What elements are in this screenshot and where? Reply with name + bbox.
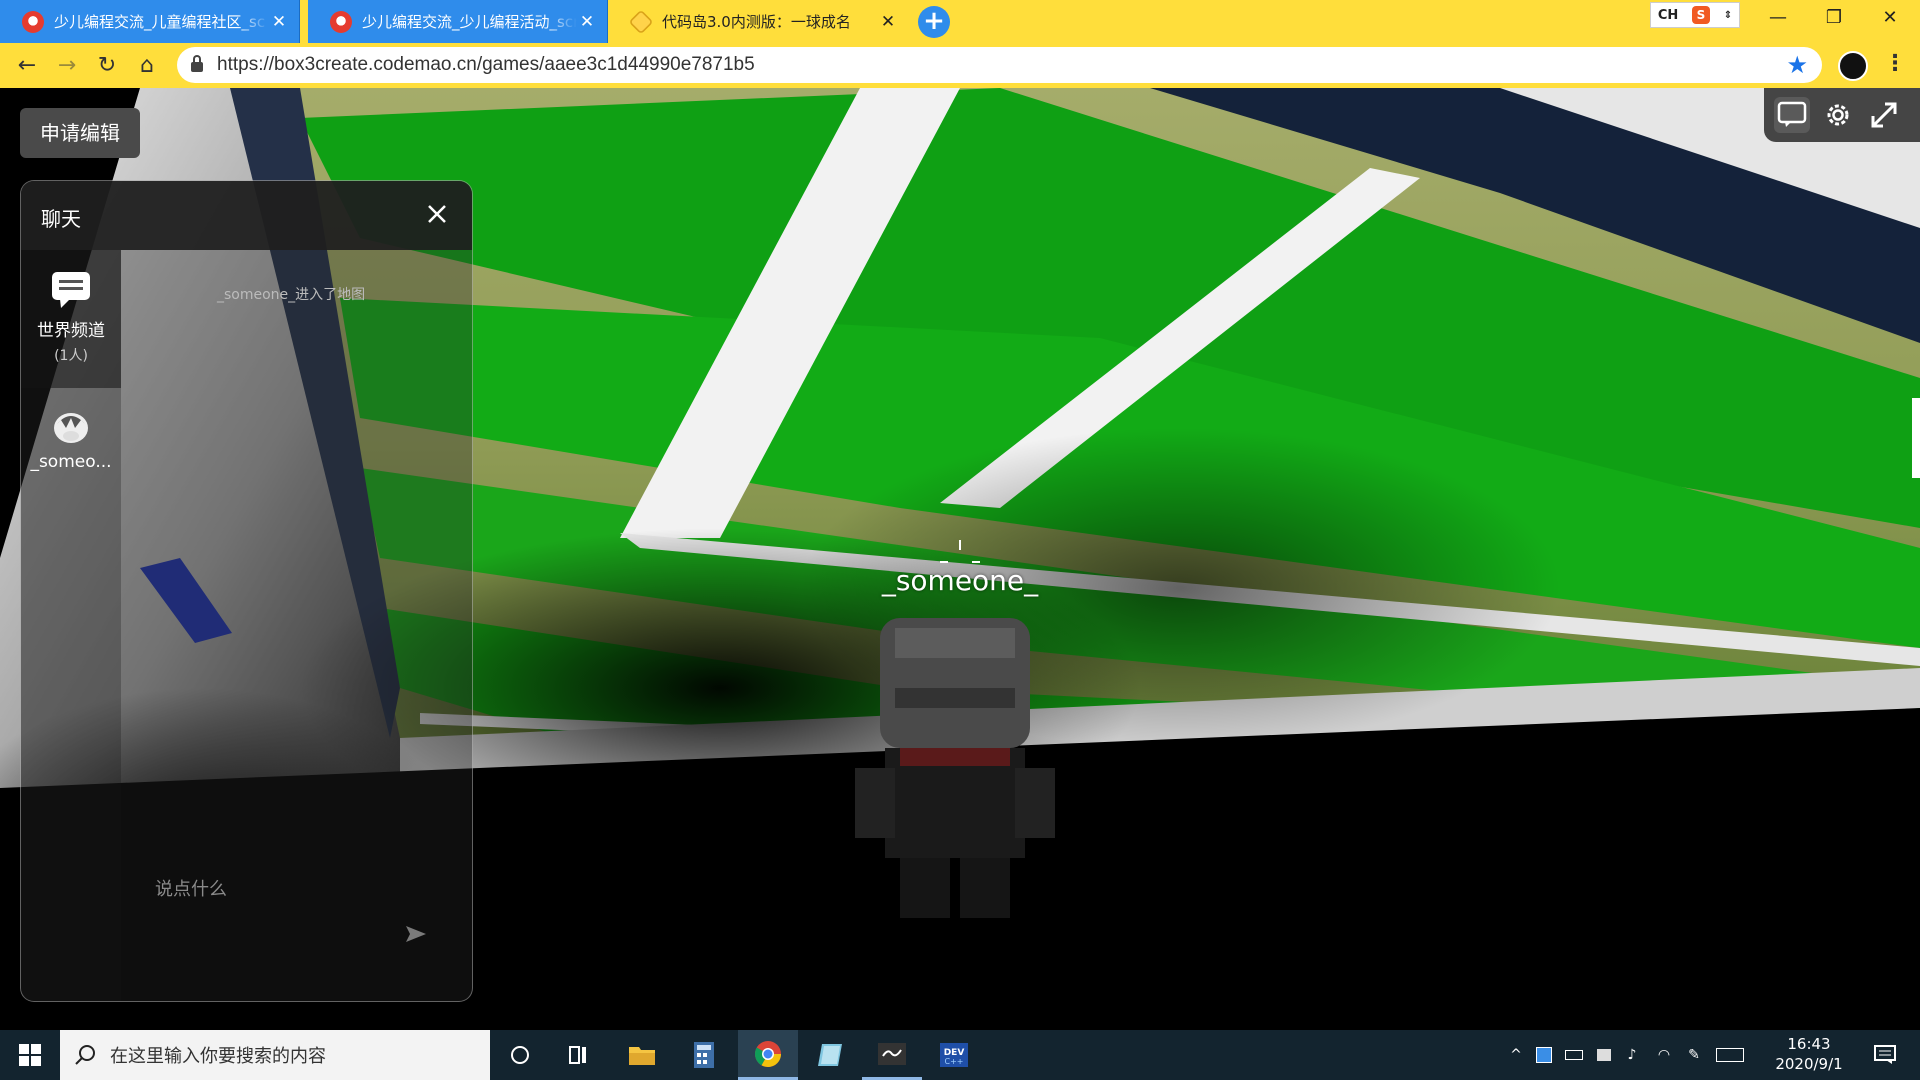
restore-button[interactable]: ❐ bbox=[1806, 0, 1862, 36]
profile-avatar[interactable] bbox=[1838, 51, 1868, 81]
codemao-icon bbox=[22, 10, 44, 33]
avatar-icon bbox=[51, 408, 91, 446]
reload-icon[interactable]: ↻ bbox=[92, 51, 122, 81]
chat-header: 聊天 bbox=[21, 181, 472, 250]
side-scroll-tab[interactable] bbox=[1912, 398, 1920, 478]
close-window-button[interactable]: ✕ bbox=[1862, 0, 1918, 36]
windows-start-icon[interactable] bbox=[0, 1030, 60, 1080]
battery-icon[interactable] bbox=[1562, 1030, 1586, 1080]
chat-message: _someone_进入了地图 bbox=[217, 287, 366, 303]
url-text[interactable]: https://box3create.codemao.cn/games/aaee… bbox=[217, 54, 755, 76]
tray-app-icon[interactable] bbox=[1532, 1030, 1556, 1080]
clock-time: 16:43 bbox=[1787, 1035, 1831, 1053]
bookmark-star-icon[interactable]: ★ bbox=[1786, 51, 1808, 79]
clock-date: 2020/9/1 bbox=[1775, 1055, 1843, 1073]
channel-world[interactable]: 世界频道 (1人) bbox=[21, 250, 121, 388]
volume-icon[interactable]: ♪ bbox=[1620, 1030, 1644, 1080]
app-window-icon[interactable] bbox=[862, 1030, 922, 1080]
chat-input[interactable] bbox=[155, 879, 395, 900]
tab-title: 代码岛3.0内测版：一球成名 bbox=[662, 13, 851, 31]
new-tab-button[interactable]: + bbox=[918, 6, 950, 38]
address-bar: ← → ↻ ⌂ https://box3create.codemao.cn/ga… bbox=[0, 43, 1920, 88]
chat-toggle-icon[interactable] bbox=[1774, 97, 1810, 133]
tab-strip: 少儿编程交流_儿童编程社区_sc ✕ 少儿编程交流_少儿编程活动_scr ✕ 代… bbox=[0, 0, 1920, 43]
back-icon[interactable]: ← bbox=[12, 51, 42, 81]
game-viewport[interactable]: _someone_ 申请编辑 聊天 世界频道 (1人) _someo... _s… bbox=[0, 88, 1920, 1030]
channel-count: (1人) bbox=[54, 348, 88, 364]
taskbar-search[interactable]: 在这里输入你要搜索的内容 bbox=[60, 1030, 490, 1080]
chat-panel: 聊天 世界频道 (1人) _someo... _someone_进入了地图 bbox=[20, 180, 473, 1002]
omnibox[interactable]: https://box3create.codemao.cn/games/aaee… bbox=[177, 47, 1822, 83]
notification-icon[interactable] bbox=[1860, 1030, 1910, 1080]
system-clock[interactable]: 16:43 2020/9/1 bbox=[1764, 1034, 1854, 1074]
settings-gear-icon[interactable] bbox=[1820, 97, 1856, 133]
tab-title: 少儿编程交流_儿童编程社区_sc bbox=[54, 13, 266, 31]
wifi-icon[interactable]: ◠ bbox=[1652, 1030, 1676, 1080]
tab-close-icon[interactable]: ✕ bbox=[878, 12, 898, 32]
browser-tab-3-active[interactable]: 代码岛3.0内测版：一球成名 ✕ bbox=[608, 0, 908, 43]
tray-expand-icon[interactable]: ^ bbox=[1504, 1030, 1528, 1080]
send-icon[interactable] bbox=[403, 921, 431, 949]
player-nametag: _someone_ bbox=[881, 564, 1039, 597]
calculator-icon[interactable] bbox=[674, 1030, 734, 1080]
game-toolbar bbox=[1764, 88, 1920, 142]
chat-bubble-icon bbox=[50, 270, 92, 310]
menu-kebab-icon[interactable]: ⋮ bbox=[1884, 51, 1906, 76]
fullscreen-icon[interactable] bbox=[1866, 97, 1902, 133]
search-icon bbox=[75, 1045, 95, 1065]
tab-close-icon[interactable]: ✕ bbox=[269, 12, 289, 32]
browser-tab-1[interactable]: 少儿编程交流_儿童编程社区_sc ✕ bbox=[0, 0, 300, 43]
chat-channel-list: 世界频道 (1人) _someo... bbox=[21, 250, 121, 1001]
ime-indicator[interactable]: CH S ⇕ bbox=[1650, 2, 1740, 28]
search-placeholder: 在这里输入你要搜索的内容 bbox=[110, 1046, 326, 1067]
home-icon[interactable]: ⌂ bbox=[132, 51, 162, 81]
file-explorer-icon[interactable] bbox=[612, 1030, 672, 1080]
channel-label: _someo... bbox=[30, 452, 112, 472]
pen-icon[interactable]: ✎ bbox=[1682, 1030, 1706, 1080]
cortana-icon[interactable] bbox=[490, 1030, 550, 1080]
apply-edit-button[interactable]: 申请编辑 bbox=[20, 108, 140, 158]
ime-lang: CH bbox=[1657, 7, 1679, 23]
task-view-icon[interactable] bbox=[550, 1030, 610, 1080]
chat-input-area bbox=[121, 831, 472, 1001]
browser-tab-2[interactable]: 少儿编程交流_少儿编程活动_scr ✕ bbox=[308, 0, 608, 43]
forward-icon[interactable]: → bbox=[52, 51, 82, 81]
windows-taskbar: 在这里输入你要搜索的内容 DEV C++ ^ ♪ ◠ ✎ 16:43 2020/9… bbox=[0, 1030, 1920, 1080]
tab-close-icon[interactable]: ✕ bbox=[577, 12, 597, 32]
tab-title: 少儿编程交流_少儿编程活动_scr bbox=[362, 13, 577, 31]
box3-icon bbox=[628, 9, 654, 34]
keyboard-icon[interactable] bbox=[1712, 1030, 1748, 1080]
chrome-icon[interactable] bbox=[738, 1030, 798, 1080]
channel-user[interactable]: _someo... bbox=[21, 388, 121, 488]
close-icon[interactable] bbox=[420, 197, 454, 231]
channel-label: 世界频道 bbox=[37, 321, 105, 341]
minimize-button[interactable]: — bbox=[1750, 0, 1806, 36]
devcpp-icon[interactable]: DEV C++ bbox=[924, 1030, 984, 1080]
lock-icon bbox=[191, 55, 203, 72]
chat-title: 聊天 bbox=[41, 207, 81, 231]
chevron-updown-icon: ⇕ bbox=[1723, 9, 1733, 21]
network-device-icon[interactable] bbox=[1592, 1030, 1616, 1080]
svg-text:C++: C++ bbox=[945, 1057, 964, 1066]
notes-app-icon[interactable] bbox=[800, 1030, 860, 1080]
sogou-icon: S bbox=[1692, 6, 1710, 24]
codemao-icon bbox=[330, 10, 352, 33]
